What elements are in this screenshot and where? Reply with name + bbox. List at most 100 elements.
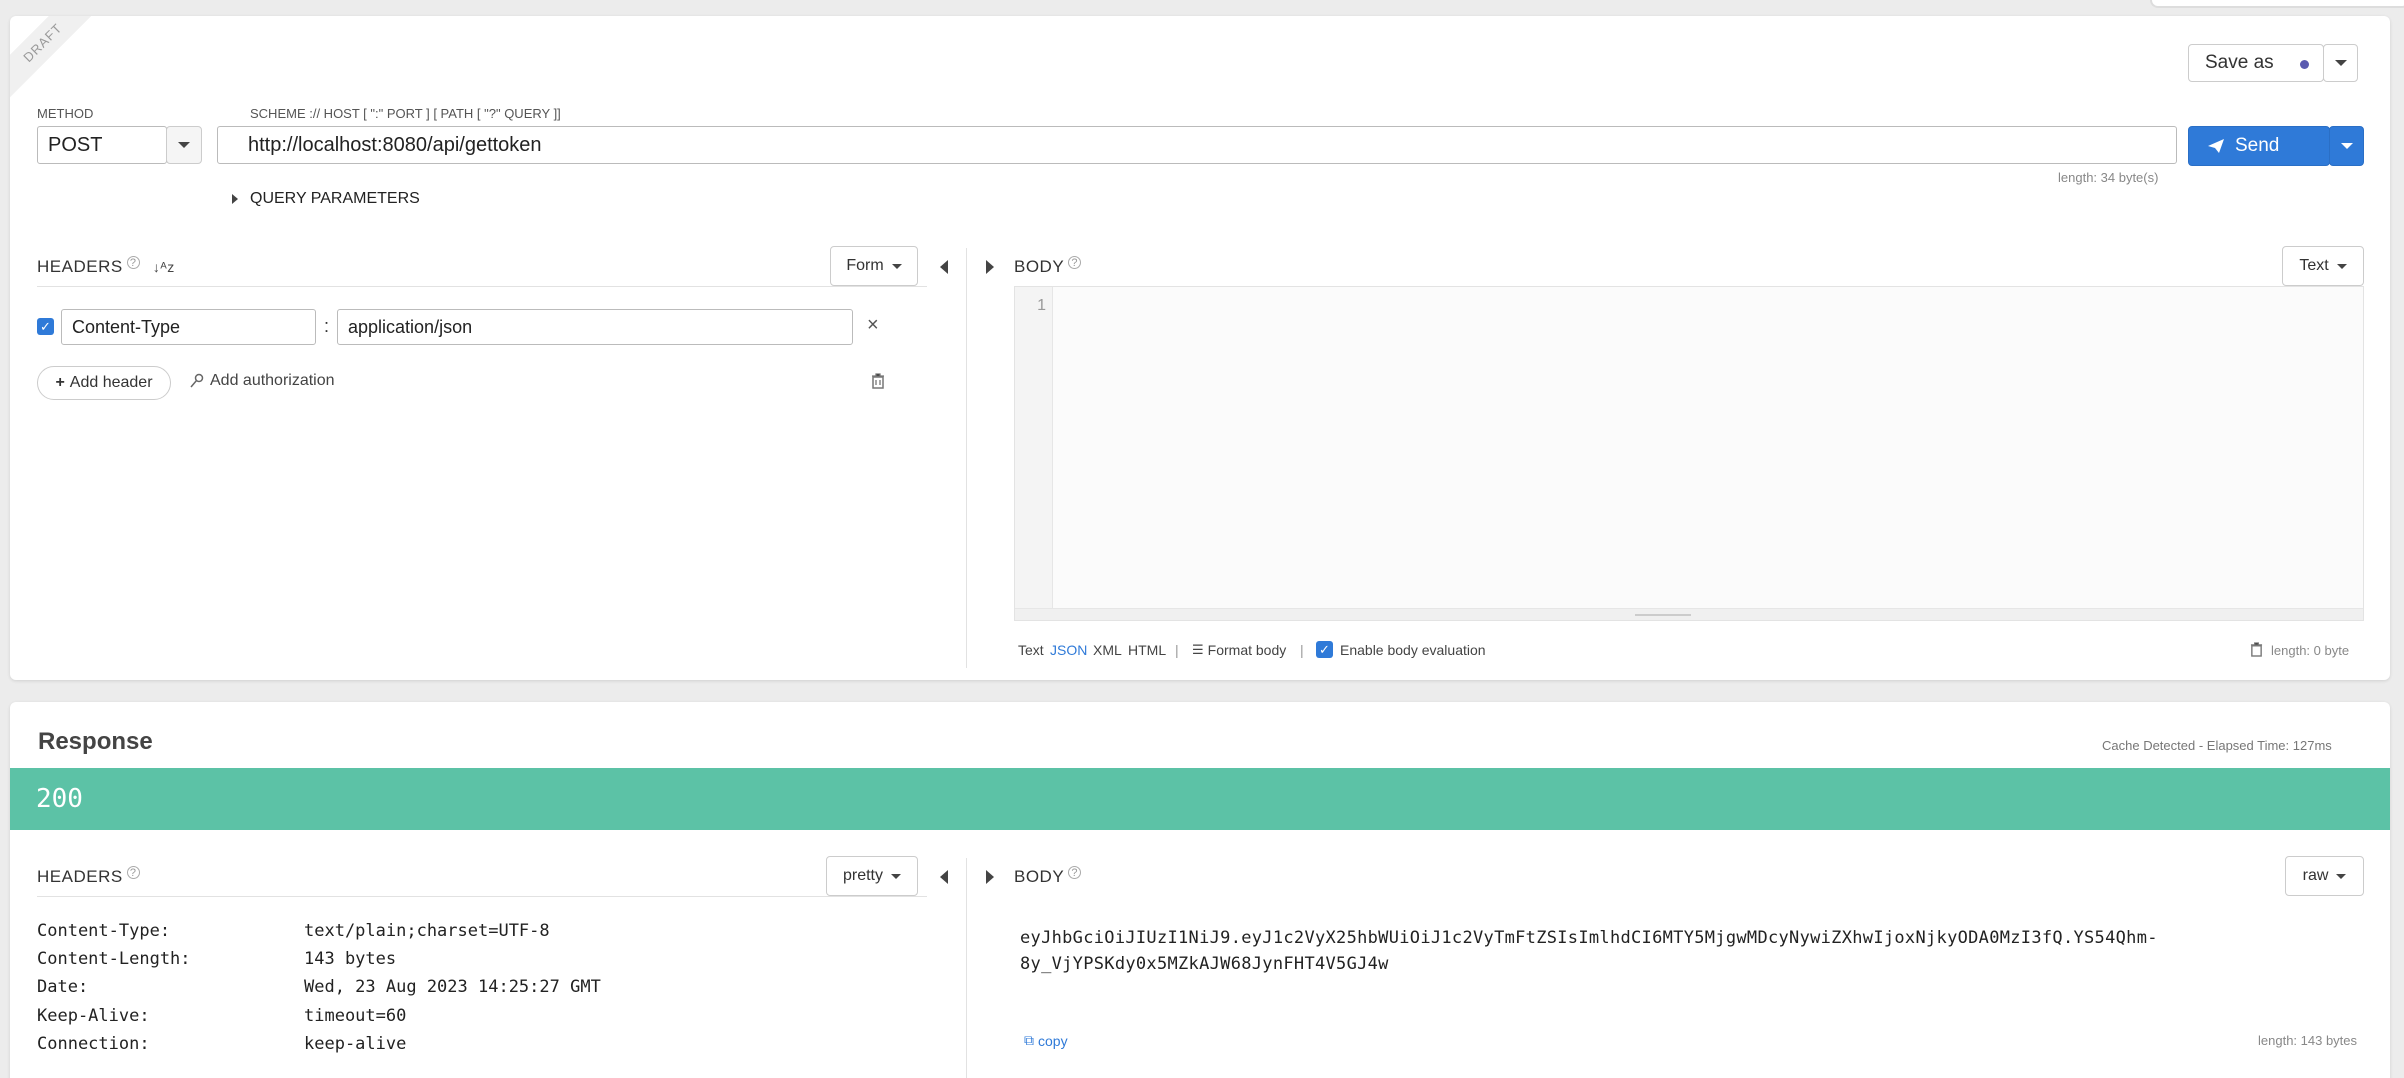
copy-icon: ⧉ bbox=[1024, 1032, 1034, 1048]
editor-resize-handle[interactable] bbox=[1015, 608, 2363, 620]
query-parameters-toggle[interactable]: QUERY PARAMETERS bbox=[232, 190, 420, 208]
sort-alpha-icon[interactable]: ↓ᴬᴢ bbox=[153, 259, 175, 275]
url-value: http://localhost:8080/api/gettoken bbox=[248, 133, 542, 156]
add-header-label: Add header bbox=[69, 374, 153, 391]
copy-label: copy bbox=[1038, 1032, 1068, 1049]
trash-icon[interactable] bbox=[2250, 642, 2263, 657]
request-panel: DRAFT Save as METHOD POST SCHEME :// HOS… bbox=[10, 16, 2390, 680]
collapse-left-icon[interactable] bbox=[940, 870, 948, 884]
response-header-value: timeout=60 bbox=[304, 1006, 407, 1026]
response-headers-mode-label: pretty bbox=[842, 867, 883, 884]
header-separator: : bbox=[324, 316, 330, 336]
response-header-name: Keep-Alive: bbox=[37, 1006, 150, 1026]
chevron-down-icon bbox=[891, 873, 901, 879]
status-code: 200 bbox=[36, 784, 83, 814]
header-name-value: Content-Type bbox=[72, 316, 181, 337]
window-tab-edge bbox=[2150, 0, 2404, 8]
method-select[interactable]: POST bbox=[37, 126, 167, 164]
response-header-name: Content-Length: bbox=[37, 949, 191, 969]
header-value-value: application/json bbox=[348, 316, 473, 337]
collapse-right-icon[interactable] bbox=[986, 260, 994, 274]
help-icon[interactable]: ? bbox=[1068, 866, 1082, 879]
header-enabled-checkbox[interactable]: ✓ bbox=[37, 318, 54, 335]
chevron-down-icon bbox=[2334, 60, 2347, 66]
body-title: BODY? bbox=[1014, 256, 1082, 277]
add-header-button[interactable]: + Add header bbox=[37, 366, 171, 400]
url-input[interactable]: http://localhost:8080/api/gettoken bbox=[217, 126, 2177, 164]
response-header-value: text/plain;charset=UTF-8 bbox=[304, 921, 550, 941]
format-json-link[interactable]: JSON bbox=[1050, 642, 1087, 658]
response-header-value: Wed, 23 Aug 2023 14:25:27 GMT bbox=[304, 977, 601, 997]
response-headers-title: HEADERS? bbox=[37, 866, 140, 887]
save-as-dropdown-button[interactable] bbox=[2323, 44, 2358, 82]
url-format-label: SCHEME :// HOST [ ":" PORT ] [ PATH [ "?… bbox=[250, 106, 561, 121]
body-title-text: BODY bbox=[1014, 257, 1065, 277]
line-gutter: 1 bbox=[1015, 287, 1053, 620]
send-button[interactable]: Send bbox=[2188, 126, 2330, 166]
method-dropdown-button[interactable] bbox=[166, 126, 202, 164]
header-value-input[interactable]: application/json bbox=[337, 309, 853, 345]
response-body-title-text: BODY bbox=[1014, 867, 1065, 887]
chevron-down-icon bbox=[891, 263, 902, 269]
headers-mode-label: Form bbox=[846, 257, 884, 274]
response-header-value: 143 bytes bbox=[304, 949, 397, 969]
trash-icon[interactable] bbox=[871, 373, 885, 389]
format-xml-link[interactable]: XML bbox=[1093, 642, 1122, 658]
query-parameters-label: QUERY PARAMETERS bbox=[250, 190, 420, 207]
save-as-label: Save as bbox=[2205, 52, 2274, 73]
unsaved-dot-icon bbox=[2300, 60, 2309, 69]
panel-splitter[interactable] bbox=[966, 248, 967, 668]
send-label: Send bbox=[2235, 135, 2280, 156]
format-lines-icon: ☰ bbox=[1192, 642, 1204, 657]
format-text-link[interactable]: Text bbox=[1018, 642, 1044, 658]
response-headers-title-text: HEADERS bbox=[37, 867, 123, 887]
chevron-down-icon bbox=[2340, 143, 2353, 149]
enable-eval-label: Enable body evaluation bbox=[1340, 642, 1486, 658]
body-mode-dropdown[interactable]: Text bbox=[2282, 246, 2364, 286]
chevron-down-icon bbox=[2336, 873, 2347, 879]
response-body-line-1: eyJhbGciOiJIUzI1NiJ9.eyJ1c2VyX25hbWUiOiJ… bbox=[1020, 928, 2158, 948]
enable-eval-checkbox[interactable]: ✓ bbox=[1316, 641, 1333, 658]
help-icon[interactable]: ? bbox=[1068, 256, 1082, 269]
response-body-title: BODY? bbox=[1014, 866, 1082, 887]
cache-info: Cache Detected - Elapsed Time: 127ms bbox=[2102, 738, 2332, 753]
response-body-line-2: 8y_VjYPSKdy0x5MZkAJW68JynFHT4V5GJ4w bbox=[1020, 954, 1389, 974]
method-value: POST bbox=[48, 133, 103, 156]
headers-mode-dropdown[interactable]: Form bbox=[830, 246, 918, 286]
response-panel-splitter[interactable] bbox=[966, 858, 967, 1078]
response-header-name: Connection: bbox=[37, 1034, 150, 1054]
add-authorization-link[interactable]: Add authorization bbox=[190, 372, 335, 390]
remove-header-icon[interactable]: × bbox=[867, 314, 879, 337]
response-panel: Response Cache Detected - Elapsed Time: … bbox=[10, 702, 2390, 1078]
response-body-length: length: 143 bytes bbox=[2258, 1033, 2358, 1048]
copy-button[interactable]: ⧉ copy bbox=[1024, 1032, 1068, 1049]
headers-divider bbox=[37, 286, 927, 287]
chevron-right-icon bbox=[232, 194, 238, 204]
line-number: 1 bbox=[1037, 297, 1046, 314]
response-header-name: Content-Type: bbox=[37, 921, 171, 941]
body-editor[interactable]: 1 bbox=[1014, 286, 2364, 621]
help-icon[interactable]: ? bbox=[126, 256, 140, 269]
format-body-button[interactable]: ☰ Format body bbox=[1192, 642, 1286, 658]
send-dropdown-button[interactable] bbox=[2329, 126, 2364, 166]
body-length: length: 0 byte bbox=[2271, 643, 2350, 658]
response-body-mode-dropdown[interactable]: raw bbox=[2285, 856, 2364, 896]
headers-title-text: HEADERS bbox=[37, 257, 123, 277]
chevron-down-icon bbox=[178, 142, 190, 148]
help-icon[interactable]: ? bbox=[126, 866, 140, 879]
format-body-label: Format body bbox=[1207, 642, 1287, 658]
format-html-link[interactable]: HTML bbox=[1128, 642, 1166, 658]
status-bar: 200 bbox=[10, 768, 2390, 830]
response-headers-mode-dropdown[interactable]: pretty bbox=[826, 856, 918, 896]
response-body-mode-label: raw bbox=[2302, 867, 2329, 884]
headers-title: HEADERS? ↓ᴬᴢ bbox=[37, 256, 175, 277]
save-as-button[interactable]: Save as bbox=[2188, 44, 2324, 82]
collapse-left-icon[interactable] bbox=[940, 260, 948, 274]
footer-separator: | bbox=[1300, 642, 1304, 658]
response-header-name: Date: bbox=[37, 977, 89, 997]
response-title: Response bbox=[38, 728, 153, 755]
header-name-input[interactable]: Content-Type bbox=[61, 309, 316, 345]
plus-icon: + bbox=[55, 374, 65, 391]
send-icon bbox=[2208, 139, 2224, 153]
collapse-right-icon[interactable] bbox=[986, 870, 994, 884]
